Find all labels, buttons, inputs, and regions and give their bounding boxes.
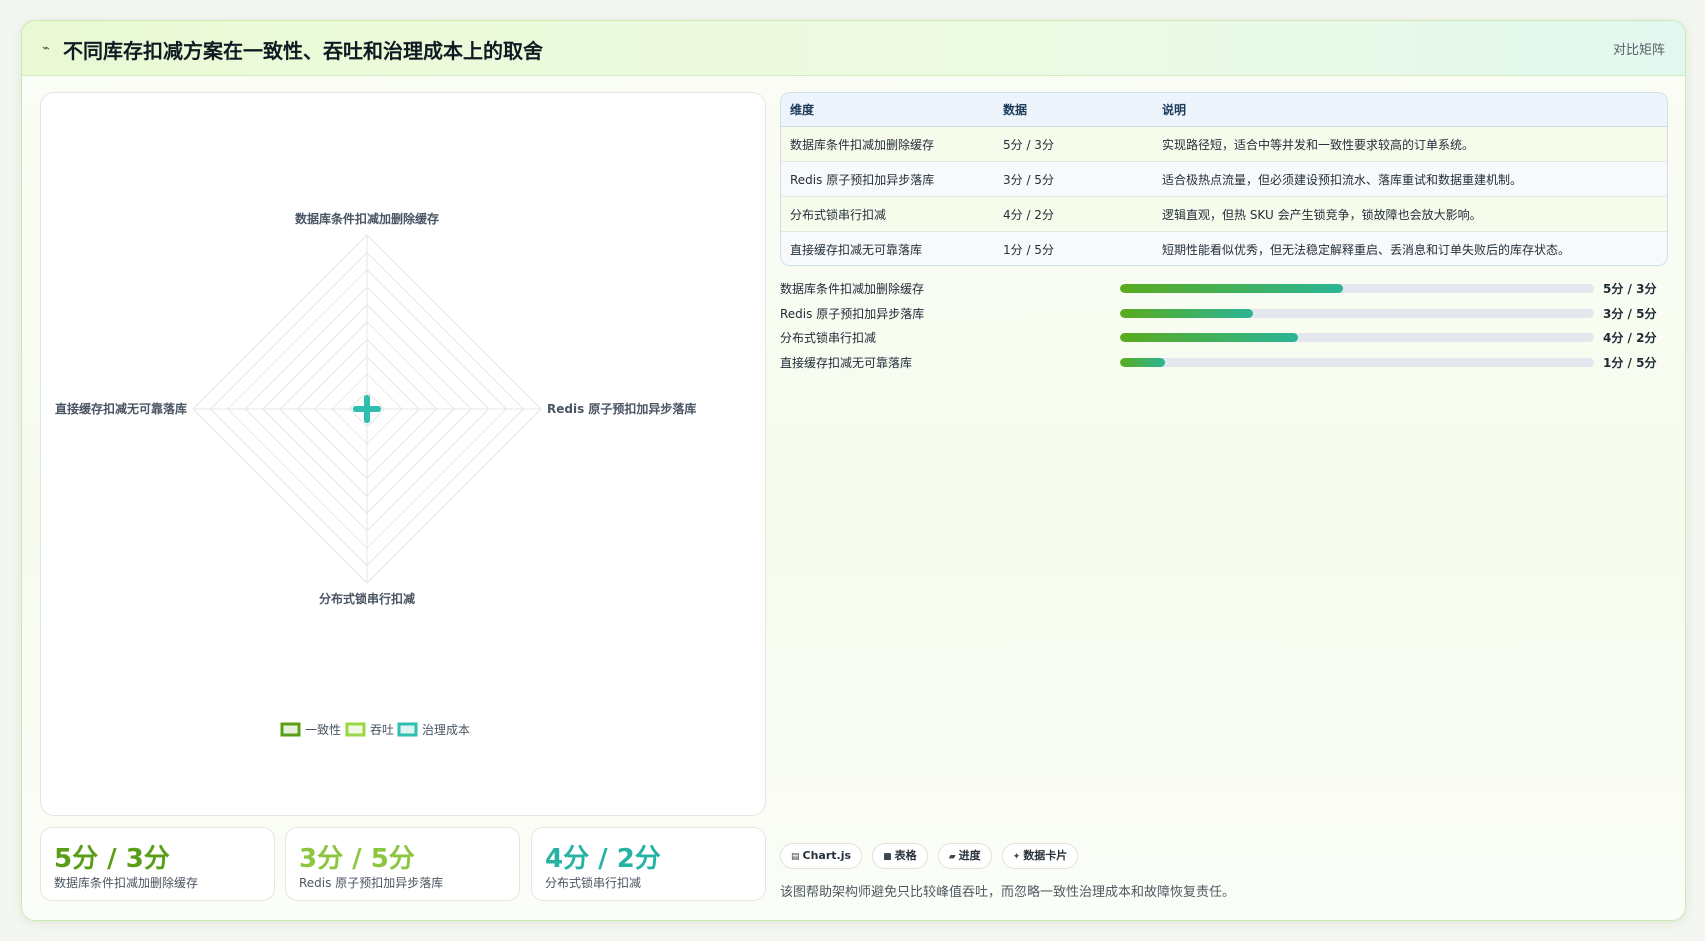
legend-swatch — [280, 722, 301, 737]
progress-track — [1120, 284, 1594, 293]
table-cell: 短期性能看似优秀，但无法稳定解释重启、丢消息和订单失败后的库存状态。 — [1153, 231, 1667, 265]
page-title: 不同库存扣减方案在一致性、吞吐和治理成本上的取舍 — [63, 39, 543, 63]
table-cell: 数据库条件扣减加删除缓存 — [781, 126, 994, 162]
table-cell: 分布式锁串行扣减 — [781, 196, 994, 232]
kpi-card: 5分 / 3分 数据库条件扣减加删除缓存 — [40, 827, 275, 901]
progress-fill — [1120, 333, 1298, 342]
table-cell: 3分 / 5分 — [994, 161, 1153, 197]
kpi-value: 4分 / 2分 — [545, 844, 661, 874]
dashboard-frame: ⌁ 不同库存扣减方案在一致性、吞吐和治理成本上的取舍 对比矩阵 数据库条件扣减加… — [21, 20, 1686, 921]
footnote: 该图帮助架构师避免只比较峰值吞吐，而忽略一致性治理成本和故障恢复责任。 — [780, 885, 1236, 900]
kpi-label: 分布式锁串行扣减 — [545, 876, 642, 890]
kpi-card: 3分 / 5分 Redis 原子预扣加异步落库 — [285, 827, 520, 901]
chip-label: 数据卡片 — [1023, 849, 1068, 862]
table-cell: 直接缓存扣减无可靠落库 — [781, 231, 994, 265]
legend-swatch — [397, 722, 418, 737]
data-card-icon: ✦ — [1012, 852, 1021, 862]
progress-fill — [1120, 309, 1253, 318]
chip-table[interactable]: ■ 表格 — [872, 843, 928, 869]
chip-label: 表格 — [894, 849, 917, 862]
progress-value: 1分 / 5分 — [1603, 356, 1657, 370]
table-row: 分布式锁串行扣减 4分 / 2分 逻辑直观，但热 SKU 会产生锁竞争，锁故障也… — [781, 196, 1667, 232]
radar-axis-label: 直接缓存扣减无可靠落库 — [55, 401, 187, 416]
kpi-value: 5分 / 3分 — [54, 844, 170, 874]
comparison-table: 维度 数据 说明 数据库条件扣减加删除缓存 5分 / 3分 实现路径短，适合中等… — [781, 93, 1667, 265]
progress-icon: ▰ — [948, 852, 956, 862]
column-header: 维度 — [781, 93, 994, 127]
progress-track — [1120, 358, 1594, 367]
table-cell: 5分 / 3分 — [994, 126, 1153, 162]
legend-swatch — [345, 722, 366, 737]
chart-icon: ▤ — [791, 852, 800, 862]
header-tag: 对比矩阵 — [1612, 43, 1665, 58]
progress-track — [1120, 309, 1594, 318]
progress-value: 3分 / 5分 — [1603, 307, 1657, 321]
table-cell: 4分 / 2分 — [994, 196, 1153, 232]
legend-label: 一致性 — [305, 723, 341, 737]
tech-chips: ▤ Chart.js ■ 表格 ▰ 进度 ✦ 数据卡片 — [780, 843, 1083, 869]
table-cell: 逻辑直观，但热 SKU 会产生锁竞争，锁故障也会放大影响。 — [1153, 196, 1667, 232]
progress-track — [1120, 333, 1594, 342]
table-row: Redis 原子预扣加异步落库 3分 / 5分 适合极热点流量，但必须建设预扣流… — [781, 161, 1667, 197]
header-bar: ⌁ 不同库存扣减方案在一致性、吞吐和治理成本上的取舍 对比矩阵 — [22, 21, 1685, 76]
table-icon: ■ — [883, 852, 892, 862]
column-header: 说明 — [1153, 93, 1667, 127]
kpi-label: Redis 原子预扣加异步落库 — [299, 876, 444, 890]
legend-label: 治理成本 — [422, 723, 470, 737]
chip-chartjs[interactable]: ▤ Chart.js — [780, 843, 863, 869]
kpi-value: 3分 / 5分 — [299, 844, 415, 874]
table-row: 直接缓存扣减无可靠落库 1分 / 5分 短期性能看似优秀，但无法稳定解释重启、丢… — [781, 231, 1667, 265]
progress-row: Redis 原子预扣加异步落库 3分 / 5分 — [780, 302, 1666, 324]
table-cell: Redis 原子预扣加异步落库 — [781, 161, 994, 197]
table-cell: 1分 / 5分 — [994, 231, 1153, 265]
table-cell: 实现路径短，适合中等并发和一致性要求较高的订单系统。 — [1153, 126, 1667, 162]
progress-fill — [1120, 358, 1166, 367]
chip-data-card[interactable]: ✦ 数据卡片 — [1001, 843, 1079, 869]
table-row: 数据库条件扣减加删除缓存 5分 / 3分 实现路径短，适合中等并发和一致性要求较… — [781, 126, 1667, 162]
table-cell: 适合极热点流量，但必须建设预扣流水、落库重试和数据重建机制。 — [1153, 161, 1667, 197]
comparison-table-card: 维度 数据 说明 数据库条件扣减加删除缓存 5分 / 3分 实现路径短，适合中等… — [780, 92, 1668, 266]
chip-progress[interactable]: ▰ 进度 — [937, 843, 992, 869]
progress-row: 数据库条件扣减加删除缓存 5分 / 3分 — [780, 277, 1666, 299]
table-header-row: 维度 数据 说明 — [781, 93, 1667, 127]
legend-label: 吞吐 — [370, 723, 394, 737]
progress-label: 分布式锁串行扣减 — [780, 331, 877, 345]
progress-value: 5分 / 3分 — [1603, 282, 1657, 296]
progress-label: Redis 原子预扣加异步落库 — [780, 307, 925, 321]
column-header: 数据 — [994, 93, 1153, 127]
progress-row: 分布式锁串行扣减 4分 / 2分 — [780, 326, 1666, 348]
progress-row: 直接缓存扣减无可靠落库 1分 / 5分 — [780, 351, 1666, 373]
radar-chart-card: 数据库条件扣减加删除缓存 Redis 原子预扣加异步落库分布式锁串行扣减 直接缓存扣… — [40, 92, 766, 816]
chip-label: 进度 — [958, 849, 981, 862]
kpi-card: 4分 / 2分 分布式锁串行扣减 — [531, 827, 766, 901]
radar-chart: 数据库条件扣减加删除缓存 Redis 原子预扣加异步落库分布式锁串行扣减 直接缓存扣… — [55, 211, 696, 737]
radar-axis-label: Redis 原子预扣加异步落库 — [547, 401, 696, 416]
chip-label: Chart.js — [802, 849, 852, 862]
radar-axis-label: 分布式锁串行扣减 — [319, 591, 415, 606]
radar-axis-label: 数据库条件扣减加删除缓存 — [295, 211, 439, 226]
progress-label: 直接缓存扣减无可靠落库 — [780, 356, 913, 370]
progress-value: 4分 / 2分 — [1603, 331, 1657, 345]
sparkline-icon: ⌁ — [42, 41, 50, 56]
kpi-label: 数据库条件扣减加删除缓存 — [54, 876, 199, 890]
progress-label: 数据库条件扣减加删除缓存 — [780, 282, 925, 296]
progress-fill — [1120, 284, 1343, 293]
